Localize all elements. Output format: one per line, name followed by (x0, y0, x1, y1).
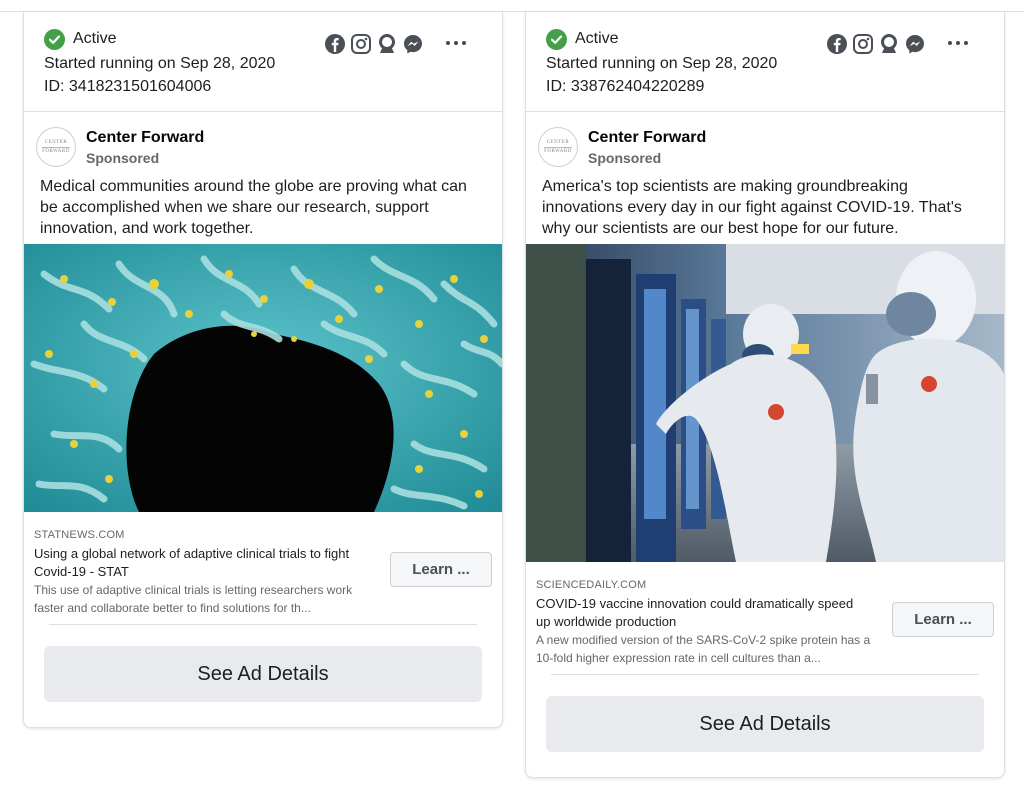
sponsored-label: Sponsored (588, 149, 662, 166)
ad-status-header: Active Started running on Sep 28, 2020 I… (526, 12, 1004, 112)
platform-icons (324, 33, 424, 55)
advertiser-name[interactable]: Center Forward (588, 129, 706, 147)
more-options-icon[interactable] (948, 36, 968, 50)
ad-id: ID: 3418231501604006 (44, 78, 212, 95)
learn-more-button[interactable]: Learn ... (390, 552, 492, 587)
status-label: Active (575, 30, 619, 47)
link-preview[interactable]: STATNEWS.COM Using a global network of a… (24, 512, 502, 615)
ad-image-virus-micrograph[interactable] (24, 244, 502, 512)
ad-image-protective-suits[interactable] (526, 244, 1004, 562)
advertiser-name[interactable]: Center Forward (86, 129, 204, 147)
learn-more-button[interactable]: Learn ... (892, 602, 994, 637)
see-ad-details-button[interactable]: See Ad Details (546, 696, 984, 752)
link-title[interactable]: Using a global network of adaptive clini… (34, 545, 364, 581)
instagram-icon (350, 33, 372, 55)
messenger-icon (904, 33, 926, 55)
link-description: This use of adaptive clinical trials is … (34, 583, 353, 615)
logo-text-bottom: FORWARD (544, 148, 572, 154)
ad-card: Active Started running on Sep 28, 2020 I… (525, 12, 1005, 778)
ad-id: ID: 338762404220289 (546, 78, 705, 95)
section-divider (49, 624, 477, 625)
ad-body-text: Medical communities around the globe are… (40, 178, 467, 237)
start-date: Started running on Sep 28, 2020 (546, 55, 778, 72)
logo-text-bottom: FORWARD (42, 148, 70, 154)
ad-body-text: America's top scientists are making grou… (542, 178, 962, 237)
advertiser-header: CENTER FORWARD Center Forward Sponsored (526, 112, 1004, 172)
instagram-icon (852, 33, 874, 55)
link-title[interactable]: COVID-19 vaccine innovation could dramat… (536, 595, 866, 631)
advertiser-header: CENTER FORWARD Center Forward Sponsored (24, 112, 502, 172)
logo-text-top: CENTER (546, 139, 570, 145)
link-description: A new modified version of the SARS-CoV-2… (536, 633, 871, 665)
active-check-icon (546, 28, 567, 50)
section-divider (551, 674, 979, 675)
ad-status-header: Active Started running on Sep 28, 2020 I… (24, 12, 502, 112)
ad-card: Active Started running on Sep 28, 2020 I… (23, 12, 503, 728)
facebook-icon (324, 33, 346, 55)
platform-icons (826, 33, 926, 55)
audience-network-icon (376, 33, 398, 55)
audience-network-icon (878, 33, 900, 55)
link-domain: SCIENCEDAILY.COM (536, 579, 647, 591)
messenger-icon (402, 33, 424, 55)
see-ad-details-button[interactable]: See Ad Details (44, 646, 482, 702)
active-check-icon (44, 28, 65, 50)
advertiser-avatar[interactable]: CENTER FORWARD (36, 127, 76, 167)
logo-text-top: CENTER (44, 139, 68, 145)
link-preview[interactable]: SCIENCEDAILY.COM COVID-19 vaccine innova… (526, 562, 1004, 665)
start-date: Started running on Sep 28, 2020 (44, 55, 276, 72)
link-domain: STATNEWS.COM (34, 529, 125, 541)
status-label: Active (73, 30, 117, 47)
more-options-icon[interactable] (446, 36, 466, 50)
advertiser-avatar[interactable]: CENTER FORWARD (538, 127, 578, 167)
sponsored-label: Sponsored (86, 149, 160, 166)
facebook-icon (826, 33, 848, 55)
